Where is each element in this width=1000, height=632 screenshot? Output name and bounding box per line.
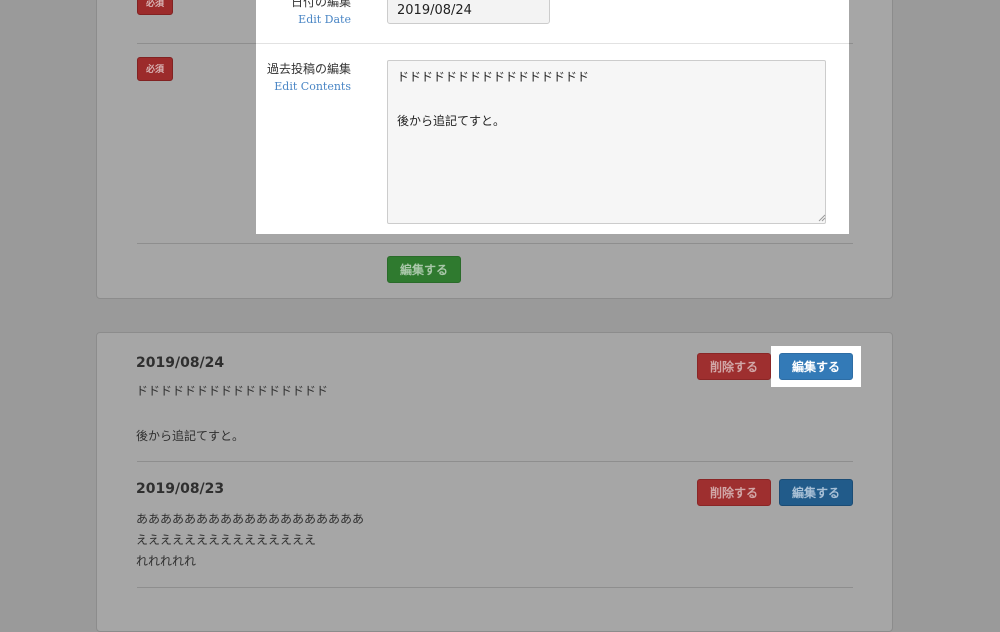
post-date: 2019/08/23 [136,481,225,497]
post-content-line: えええええええええええええええ [136,533,317,547]
post-content-line: れれれれれ [136,554,197,568]
date-field-sublabel: Edit Date [298,13,351,26]
form-divider [137,243,853,244]
content-field-label: 過去投稿の編集 [266,62,351,76]
post-content-line: あああああああああああああああああああ [136,512,365,526]
delete-post-button[interactable]: 削除する [697,479,771,506]
delete-post-button[interactable]: 削除する [697,353,771,380]
resize-handle-icon[interactable] [818,214,826,222]
post-divider [137,461,853,462]
content-textarea[interactable] [387,60,826,224]
edit-post-button[interactable]: 編集する [779,479,853,506]
modal-divider [256,43,849,44]
edit-button-highlight: 編集する [771,346,861,387]
post-content-line: ドドドドドドドドドドドドドドドド [136,384,329,398]
content-field-sublabel: Edit Contents [274,80,351,93]
edit-post-modal: 日付の編集 Edit Date 過去投稿の編集 Edit Contents [256,0,849,234]
date-input[interactable] [387,0,550,24]
post-date: 2019/08/24 [136,355,225,371]
date-field-label: 日付の編集 [290,0,351,9]
post-divider [137,587,853,588]
edit-post-button[interactable]: 編集する [779,353,853,380]
submit-edit-button[interactable]: 編集する [387,256,461,283]
post-content-line: 後から追記てすと。 [136,429,245,443]
